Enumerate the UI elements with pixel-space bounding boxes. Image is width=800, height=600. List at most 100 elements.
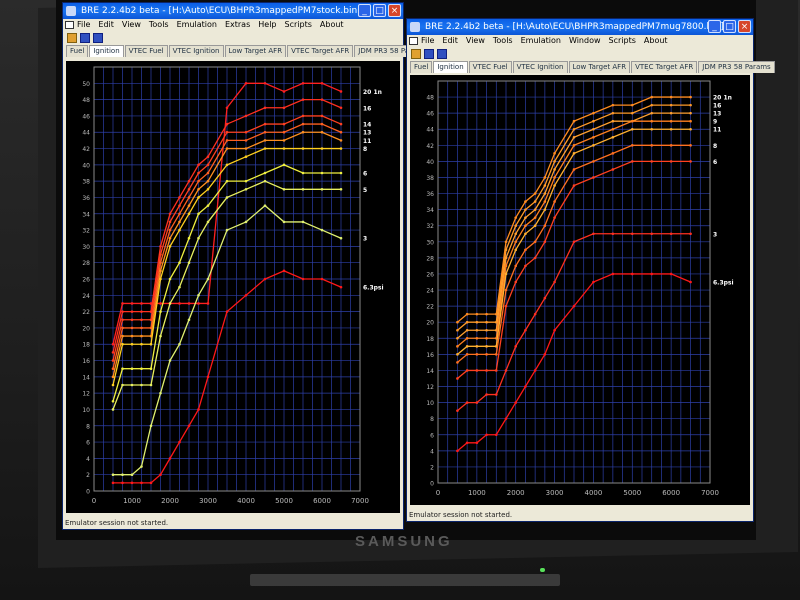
save-icon[interactable] bbox=[424, 49, 434, 59]
menu-scripts[interactable]: Scripts bbox=[609, 35, 636, 47]
data-point bbox=[121, 310, 124, 313]
data-point bbox=[475, 312, 479, 316]
y-tick-label: 22 bbox=[426, 304, 434, 311]
data-point bbox=[611, 152, 615, 155]
menu-extras[interactable]: Extras bbox=[225, 19, 250, 31]
menu-scripts[interactable]: Scripts bbox=[285, 19, 312, 31]
data-point bbox=[611, 168, 615, 171]
series-label: 13 bbox=[713, 111, 721, 118]
data-point bbox=[524, 200, 527, 203]
close-icon[interactable]: × bbox=[388, 4, 401, 17]
menu-emulation[interactable]: Emulation bbox=[177, 19, 217, 31]
right-ignition-chart-svg: 0246810121416182022242628303234363840424… bbox=[426, 80, 734, 497]
data-point bbox=[244, 114, 248, 118]
minimize-icon[interactable]: _ bbox=[358, 4, 371, 17]
right-status: Emulator session not started. bbox=[409, 511, 513, 519]
right-titlebar[interactable]: BRE 2.2.4b2 beta - [H:\Auto\ECU\BHPR3map… bbox=[407, 19, 753, 35]
menu-tools[interactable]: Tools bbox=[493, 35, 513, 47]
menu-file[interactable]: File bbox=[77, 19, 90, 31]
data-point bbox=[456, 361, 459, 364]
tab-vtec-target-afr[interactable]: VTEC Target AFR bbox=[631, 61, 698, 73]
data-point bbox=[282, 122, 286, 126]
left-ignition-chart-svg: 0246810121416182022242628303234363840424… bbox=[82, 66, 384, 505]
menu-emulation[interactable]: Emulation bbox=[521, 35, 561, 47]
right-window-title: BRE 2.2.4b2 beta - [H:\Auto\ECU\BHPR3map… bbox=[425, 22, 724, 32]
menu-tools[interactable]: Tools bbox=[149, 19, 169, 31]
data-point bbox=[121, 302, 124, 305]
y-tick-label: 40 bbox=[82, 162, 90, 169]
data-point bbox=[187, 204, 191, 207]
data-point bbox=[282, 130, 286, 134]
data-point bbox=[159, 253, 162, 256]
data-point bbox=[592, 232, 595, 236]
data-point bbox=[572, 304, 576, 308]
data-point bbox=[611, 111, 615, 115]
menu-edit[interactable]: Edit bbox=[442, 35, 458, 47]
data-point bbox=[320, 122, 324, 126]
tab-low-target-afr[interactable]: Low Target AFR bbox=[568, 61, 631, 73]
y-tick-label: 16 bbox=[82, 358, 90, 365]
data-point bbox=[130, 367, 134, 370]
x-tick-label: 1000 bbox=[123, 497, 141, 505]
maximize-icon[interactable]: □ bbox=[373, 4, 386, 17]
menu-view[interactable]: View bbox=[122, 19, 141, 31]
tab-fuel[interactable]: Fuel bbox=[66, 45, 89, 57]
data-point bbox=[263, 106, 267, 110]
data-point bbox=[187, 318, 191, 322]
tab-vtec-fuel[interactable]: VTEC Fuel bbox=[468, 61, 512, 73]
series-label: 6.3psi bbox=[713, 280, 734, 287]
tab-jdm-params[interactable]: JDM PR3 58 Params bbox=[698, 61, 775, 73]
data-point bbox=[592, 111, 595, 115]
data-point bbox=[320, 147, 324, 150]
close-icon[interactable]: × bbox=[738, 20, 751, 33]
menu-file[interactable]: File bbox=[421, 35, 434, 47]
y-tick-label: 44 bbox=[82, 130, 90, 137]
data-point bbox=[187, 188, 191, 191]
tab-vtec-fuel[interactable]: VTEC Fuel bbox=[124, 45, 168, 57]
data-point bbox=[282, 220, 286, 224]
save-as-icon[interactable] bbox=[93, 33, 103, 43]
data-point bbox=[475, 353, 479, 356]
power-led-icon[interactable] bbox=[540, 568, 545, 572]
open-folder-icon[interactable] bbox=[67, 33, 77, 43]
tab-vtec-ignition[interactable]: VTEC Ignition bbox=[168, 45, 224, 57]
y-tick-label: 0 bbox=[86, 489, 90, 496]
tab-vtec-ignition[interactable]: VTEC Ignition bbox=[512, 61, 568, 73]
data-point bbox=[650, 272, 654, 276]
data-point bbox=[456, 449, 459, 453]
tab-vtec-target-afr[interactable]: VTEC Target AFR bbox=[287, 45, 354, 57]
minimize-icon[interactable]: _ bbox=[708, 20, 721, 33]
tab-low-target-afr[interactable]: Low Target AFR bbox=[224, 45, 287, 57]
tab-ignition[interactable]: Ignition bbox=[433, 61, 468, 73]
menu-view[interactable]: View bbox=[466, 35, 485, 47]
data-point bbox=[543, 184, 547, 187]
data-point bbox=[121, 367, 124, 370]
maximize-icon[interactable]: □ bbox=[723, 20, 736, 33]
menu-about[interactable]: About bbox=[320, 19, 344, 31]
save-icon[interactable] bbox=[80, 33, 90, 43]
save-as-icon[interactable] bbox=[437, 49, 447, 59]
data-point bbox=[533, 192, 537, 195]
menu-window[interactable]: Window bbox=[569, 35, 601, 47]
data-point bbox=[689, 127, 692, 131]
data-point bbox=[592, 119, 595, 123]
tab-fuel[interactable]: Fuel bbox=[410, 61, 433, 73]
data-point bbox=[630, 103, 634, 107]
y-tick-label: 8 bbox=[86, 423, 90, 430]
series-label: 20 1n bbox=[713, 95, 732, 102]
data-point bbox=[630, 127, 634, 131]
right-toolbar bbox=[407, 47, 753, 61]
data-point bbox=[572, 144, 576, 147]
system-menu-icon[interactable] bbox=[409, 37, 418, 45]
data-point bbox=[130, 342, 134, 346]
left-titlebar[interactable]: BRE 2.2.4b2 beta - [H:\Auto\ECU\BHPR3map… bbox=[63, 3, 403, 19]
tab-ignition[interactable]: Ignition bbox=[89, 45, 124, 57]
menu-help[interactable]: Help bbox=[258, 19, 276, 31]
open-folder-icon[interactable] bbox=[411, 49, 421, 59]
menu-edit[interactable]: Edit bbox=[98, 19, 114, 31]
data-point bbox=[650, 95, 654, 99]
menu-about[interactable]: About bbox=[644, 35, 668, 47]
data-point bbox=[178, 342, 181, 346]
data-point bbox=[140, 334, 143, 338]
system-menu-icon[interactable] bbox=[65, 21, 74, 29]
